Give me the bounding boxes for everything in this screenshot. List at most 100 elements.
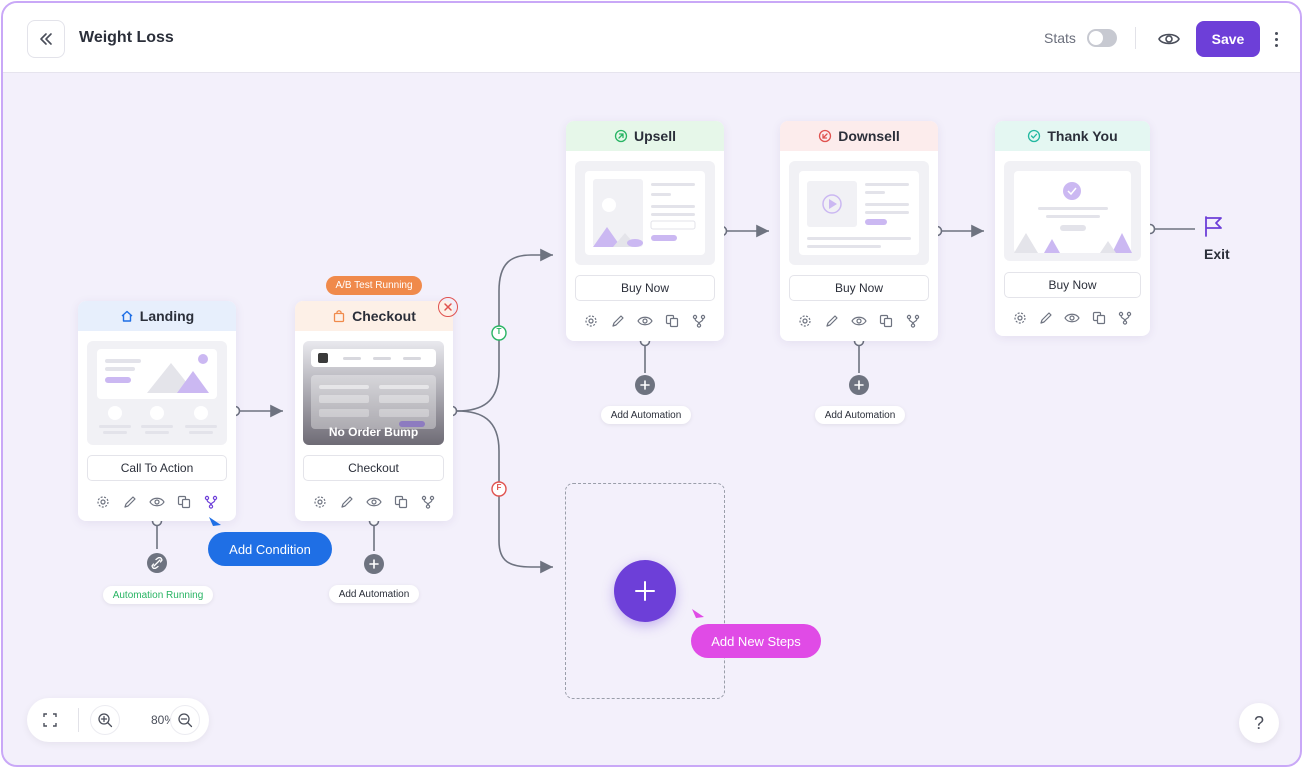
card-title: Downsell [838, 128, 900, 144]
home-icon [121, 310, 133, 322]
add-automation-button[interactable]: Add Automation [815, 406, 905, 424]
settings-icon[interactable] [313, 495, 327, 509]
connector-landing-checkout [229, 404, 283, 418]
zoom-in-button[interactable] [90, 705, 120, 735]
divider [78, 708, 79, 732]
card-title: Checkout [352, 308, 416, 324]
cursor-pointer-icon [692, 609, 704, 618]
card-toolbar [792, 312, 926, 330]
page-thumbnail[interactable] [1004, 161, 1141, 261]
eye-icon[interactable] [637, 314, 653, 328]
ab-test-badge[interactable]: A/B Test Running [326, 276, 422, 295]
card-toolbar [90, 493, 224, 511]
edit-pencil-icon[interactable] [123, 495, 137, 509]
settings-icon[interactable] [1013, 311, 1027, 325]
add-automation-plus-button[interactable] [849, 375, 869, 395]
branch-icon[interactable] [906, 314, 920, 328]
bag-icon [333, 310, 345, 323]
card-header: Thank You [995, 121, 1150, 151]
branch-icon[interactable] [204, 495, 218, 509]
card-title: Upsell [633, 128, 676, 144]
add-automation-button[interactable]: Add Automation [329, 585, 419, 603]
buy-now-button-label[interactable]: Buy Now [789, 275, 929, 301]
eye-icon[interactable] [1064, 311, 1081, 325]
page-thumbnail[interactable] [789, 161, 929, 265]
branch-icon[interactable] [421, 495, 435, 509]
zoom-out-icon [178, 713, 193, 728]
branch-icon[interactable] [692, 314, 706, 328]
settings-icon[interactable] [96, 495, 110, 509]
help-button[interactable]: ? [1239, 703, 1279, 743]
plus-icon [854, 380, 864, 390]
cta-button-label[interactable]: Call To Action [87, 455, 227, 481]
card-header: Landing [78, 301, 236, 331]
upsell-preview-image [585, 171, 705, 255]
branch-false-label: F [496, 483, 502, 492]
remove-step-button[interactable] [438, 297, 458, 317]
zoom-out-button[interactable] [170, 705, 200, 735]
connector-upsell-downsell [716, 224, 769, 238]
checkout-button-label[interactable]: Checkout [303, 455, 444, 481]
add-automation-button[interactable]: Add Automation [601, 406, 691, 424]
connector-checkout-branches [446, 248, 553, 574]
duplicate-icon[interactable] [177, 495, 191, 509]
add-automation-plus-button[interactable] [364, 554, 384, 574]
exit-label: Exit [1204, 246, 1230, 262]
card-toolbar [578, 312, 712, 330]
cursor-pointer-icon [209, 517, 221, 526]
edit-pencil-icon[interactable] [1039, 311, 1053, 325]
plus-icon [369, 559, 379, 569]
plus-icon [635, 581, 655, 601]
edit-pencil-icon[interactable] [340, 495, 354, 509]
zoom-in-icon [98, 713, 113, 728]
add-condition-button[interactable]: Add Condition [208, 532, 332, 566]
card-header: Downsell [780, 121, 938, 151]
close-icon [444, 303, 452, 311]
page-thumbnail[interactable]: No Order Bump [303, 341, 444, 445]
flag-icon[interactable] [1201, 214, 1225, 238]
plus-icon [640, 380, 650, 390]
eye-icon[interactable] [366, 495, 382, 509]
arrow-down-circle-icon [819, 129, 832, 143]
connector-thankyou-exit [1144, 223, 1195, 235]
card-toolbar [307, 493, 441, 511]
eye-icon[interactable] [851, 314, 867, 328]
buy-now-button-label[interactable]: Buy Now [575, 275, 715, 301]
edit-pencil-icon[interactable] [611, 314, 625, 328]
duplicate-icon[interactable] [879, 314, 893, 328]
fullscreen-icon [43, 713, 57, 727]
card-header: Upsell [566, 121, 724, 151]
automation-stems [151, 335, 865, 551]
check-circle-icon [1028, 129, 1041, 143]
duplicate-icon[interactable] [394, 495, 408, 509]
landing-preview-image [97, 349, 217, 434]
automation-running-badge[interactable]: Automation Running [103, 586, 213, 604]
step-card-downsell[interactable]: Downsell Buy Now [780, 121, 938, 341]
add-automation-plus-button[interactable] [635, 375, 655, 395]
add-new-steps-button[interactable]: Add New Steps [691, 624, 821, 658]
duplicate-icon[interactable] [665, 314, 679, 328]
edit-pencil-icon[interactable] [825, 314, 839, 328]
add-step-plus-button[interactable] [614, 560, 676, 622]
automation-edit-button[interactable] [147, 553, 167, 573]
page-thumbnail[interactable] [575, 161, 715, 265]
step-card-landing[interactable]: Landing Call To Action [78, 301, 236, 521]
card-title: Landing [139, 308, 195, 324]
settings-icon[interactable] [798, 314, 812, 328]
branch-icon[interactable] [1118, 311, 1132, 325]
step-card-upsell[interactable]: Upsell Buy Now [566, 121, 724, 341]
step-card-thank-you[interactable]: Thank You Buy Now [995, 121, 1150, 336]
connector-downsell-thankyou [931, 224, 984, 238]
settings-icon[interactable] [584, 314, 598, 328]
step-card-checkout[interactable]: Checkout No Order Bump Checkout [295, 301, 453, 521]
card-toolbar [1007, 309, 1138, 327]
arrow-up-circle-icon [614, 129, 628, 143]
eye-icon[interactable] [149, 495, 165, 509]
branch-true-label: T [496, 327, 502, 336]
order-bump-overlay-text: No Order Bump [328, 425, 419, 439]
duplicate-icon[interactable] [1092, 311, 1106, 325]
fit-view-button[interactable] [35, 705, 65, 735]
buy-now-button-label[interactable]: Buy Now [1004, 272, 1141, 298]
page-thumbnail[interactable] [87, 341, 227, 445]
card-header: Checkout [295, 301, 453, 331]
